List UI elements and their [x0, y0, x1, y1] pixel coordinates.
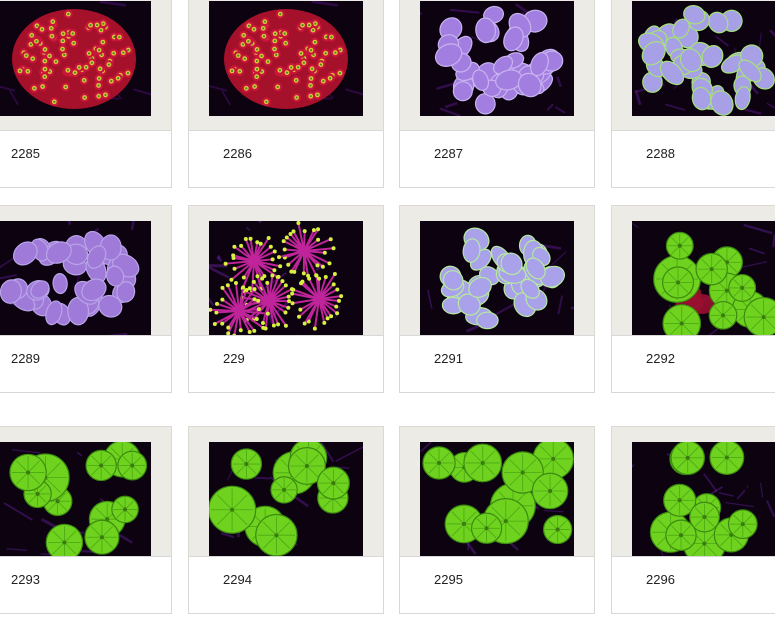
thumbnail-frame [611, 0, 775, 131]
thumbnail-frame [188, 0, 384, 131]
item-caption[interactable]: 2296 [646, 572, 675, 587]
caption-box [399, 556, 595, 614]
thumbnail-frame [611, 205, 775, 336]
thumbnail-frame [0, 426, 172, 557]
caption-box [611, 130, 775, 188]
coral-photo[interactable] [0, 442, 151, 557]
thumbnail-frame [0, 0, 172, 131]
item-caption[interactable]: 2285 [11, 146, 40, 161]
coral-photo[interactable] [209, 221, 363, 336]
caption-box [399, 130, 595, 188]
item-caption[interactable]: 2294 [223, 572, 252, 587]
caption-box [188, 130, 384, 188]
gallery-item[interactable]: 2289 [0, 205, 172, 393]
thumbnail-frame [611, 426, 775, 557]
coral-photo[interactable] [420, 221, 574, 336]
coral-photo[interactable] [209, 1, 363, 116]
coral-photo[interactable] [632, 1, 775, 116]
thumbnail-frame [188, 205, 384, 336]
coral-photo[interactable] [0, 221, 151, 336]
image-gallery: 2285 2286 2287 2288 2289 229 2291 2292 2… [0, 0, 775, 625]
gallery-item[interactable]: 2288 [611, 0, 775, 188]
thumbnail-frame [399, 426, 595, 557]
gallery-item[interactable]: 2291 [399, 205, 595, 393]
thumbnail-frame [0, 205, 172, 336]
item-caption[interactable]: 2289 [11, 351, 40, 366]
thumbnail-frame [188, 426, 384, 557]
item-caption[interactable]: 2286 [223, 146, 252, 161]
thumbnail-frame [399, 205, 595, 336]
coral-photo[interactable] [632, 221, 775, 336]
item-caption[interactable]: 2293 [11, 572, 40, 587]
gallery-item[interactable]: 2293 [0, 426, 172, 614]
gallery-item[interactable]: 2285 [0, 0, 172, 188]
item-caption[interactable]: 2287 [434, 146, 463, 161]
item-caption[interactable]: 229 [223, 351, 245, 366]
coral-photo[interactable] [420, 442, 574, 557]
item-caption[interactable]: 2292 [646, 351, 675, 366]
caption-box [611, 335, 775, 393]
thumbnail-frame [399, 0, 595, 131]
caption-box [399, 335, 595, 393]
gallery-item[interactable]: 2294 [188, 426, 384, 614]
caption-box [188, 335, 384, 393]
item-caption[interactable]: 2295 [434, 572, 463, 587]
item-caption[interactable]: 2291 [434, 351, 463, 366]
coral-photo[interactable] [0, 1, 151, 116]
gallery-item[interactable]: 2295 [399, 426, 595, 614]
caption-box [188, 556, 384, 614]
gallery-item[interactable]: 2286 [188, 0, 384, 188]
item-caption[interactable]: 2288 [646, 146, 675, 161]
gallery-item[interactable]: 2296 [611, 426, 775, 614]
coral-photo[interactable] [632, 442, 775, 557]
gallery-item[interactable]: 229 [188, 205, 384, 393]
gallery-item[interactable]: 2287 [399, 0, 595, 188]
coral-photo[interactable] [420, 1, 574, 116]
gallery-item[interactable]: 2292 [611, 205, 775, 393]
caption-box [611, 556, 775, 614]
coral-photo[interactable] [209, 442, 363, 557]
